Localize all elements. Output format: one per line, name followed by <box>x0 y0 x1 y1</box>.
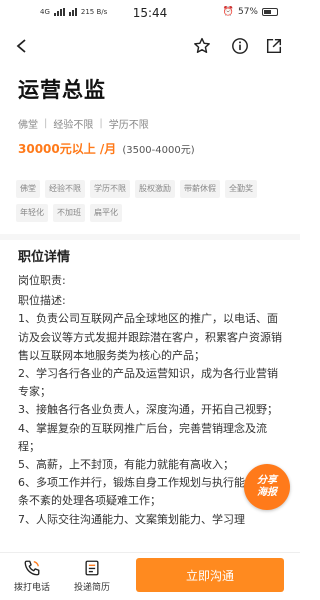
tag: 带薪休假 <box>180 180 220 198</box>
report-button[interactable] <box>228 34 252 58</box>
tag: 年轻化 <box>16 204 48 222</box>
salary-range: (3500-4000元) <box>122 145 195 156</box>
job-tags: 佛堂 经验不限 学历不限 股权激励 带薪休假 全勤奖 年轻化 不加班 扁平化 <box>16 180 288 222</box>
call-button[interactable]: 拨打电话 <box>4 559 60 597</box>
share-poster-button[interactable]: 分享 海报 <box>244 464 290 510</box>
tag: 学历不限 <box>90 180 130 198</box>
desc-line: 5、高薪，上不封顶，有能力就能有高收入； <box>18 458 234 472</box>
phone-icon <box>24 560 40 576</box>
tag: 不加班 <box>53 204 85 222</box>
poster-label-2: 海报 <box>257 487 277 498</box>
info-icon <box>232 38 248 54</box>
tag: 经验不限 <box>45 180 85 198</box>
share-icon <box>266 38 282 54</box>
back-button[interactable] <box>10 34 34 58</box>
desc-line: 4、掌握复杂的互联网推广后台，完善营销理念及流程； <box>18 421 267 453</box>
back-arrow-icon <box>16 39 26 53</box>
section-divider <box>0 234 300 240</box>
battery-icon <box>262 8 278 16</box>
desc-line: 3、接触各行各业负责人，深度沟通，开拓自己视野； <box>18 403 278 417</box>
tag: 全勤奖 <box>225 180 257 198</box>
star-icon <box>194 37 210 54</box>
battery-percent: 57% <box>237 7 258 17</box>
meta-separator: | <box>44 118 48 129</box>
job-title: 运营总监 <box>18 78 106 102</box>
status-bar: 4G 215 B/s 15:44 ⏰ 57% <box>0 0 300 26</box>
desc-line: 1、负责公司互联网产品全球地区的推广，以电话、面访及会议等方式发掘并跟踪潜在客户… <box>18 312 282 362</box>
tag: 股权激励 <box>135 180 175 198</box>
top-nav <box>0 28 300 64</box>
section-title: 职位详情 <box>18 250 71 265</box>
meta-separator: | <box>99 118 103 129</box>
desc-label: 职位描述: <box>18 294 66 308</box>
meta-experience: 经验不限 <box>53 120 94 131</box>
status-right: ⏰ 57% <box>223 7 278 17</box>
salary-main: 30000元以上 /月 <box>18 142 117 156</box>
desc-line: 7、人际交往沟通能力、文案策划能力、学习理 <box>18 512 245 526</box>
call-label: 拨打电话 <box>13 583 50 593</box>
alarm-icon: ⏰ <box>222 7 234 17</box>
tag: 佛堂 <box>16 180 40 198</box>
share-button[interactable] <box>262 34 286 58</box>
tag: 扁平化 <box>90 204 122 222</box>
meta-education: 学历不限 <box>108 120 149 131</box>
meta-location: 佛堂 <box>18 120 38 131</box>
desc-line: 2、学习各行各业的产品及运营知识，成为各行业营销专家； <box>18 367 278 399</box>
submit-resume-button[interactable]: 投递简历 <box>64 559 120 597</box>
salary-line: 30000元以上 /月 (3500-4000元) <box>18 140 195 157</box>
favorite-button[interactable] <box>190 34 214 58</box>
resume-label: 投递简历 <box>73 583 110 593</box>
chat-now-button[interactable]: 立即沟通 <box>136 558 284 592</box>
duty-label: 岗位职责: <box>18 274 66 287</box>
job-meta: 佛堂 | 经验不限 | 学历不限 <box>18 116 149 131</box>
resume-icon <box>85 560 99 576</box>
poster-label-1: 分享 <box>257 475 277 486</box>
